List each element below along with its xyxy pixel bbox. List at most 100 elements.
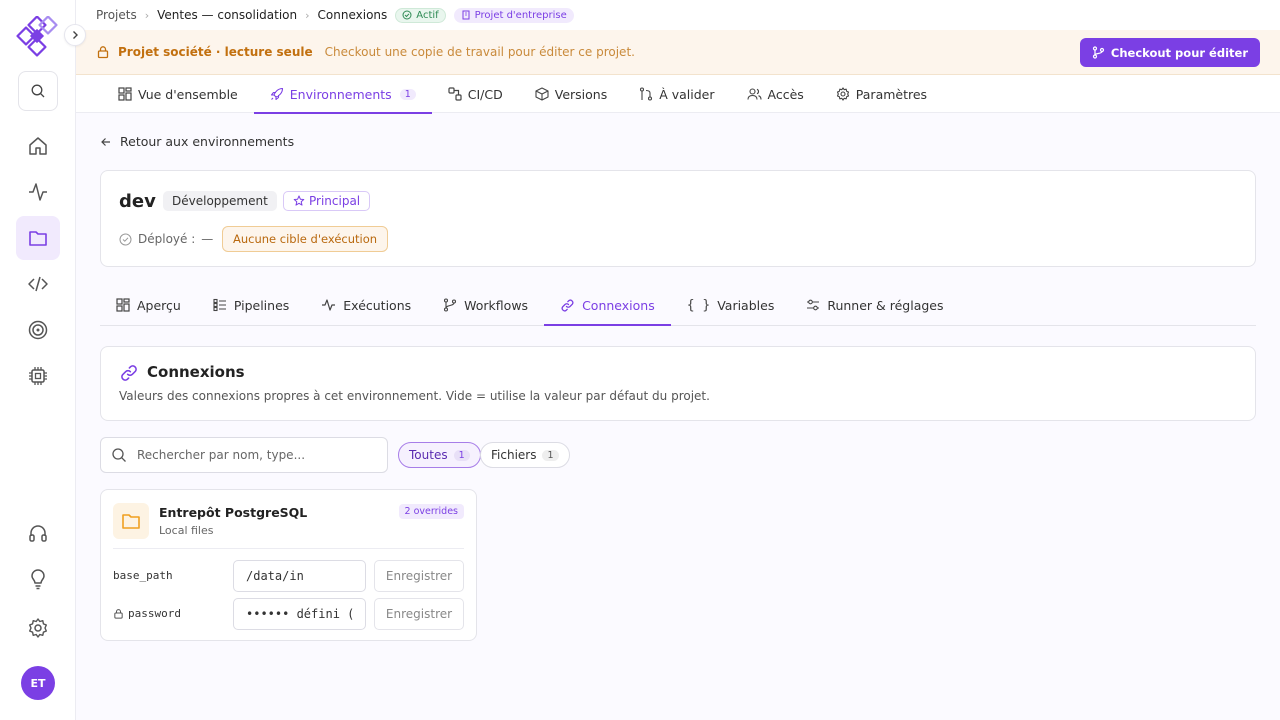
sidebar-item-chip[interactable] [16, 354, 60, 398]
sidebar-item-ideas[interactable] [16, 557, 60, 601]
filter-label: Toutes [409, 448, 448, 462]
tab-label: CI/CD [467, 86, 503, 102]
braces-icon: { } [686, 297, 711, 313]
tab-label: Pipelines [233, 297, 290, 313]
tab-executions[interactable]: Exécutions [305, 285, 427, 325]
lock-icon [114, 609, 123, 619]
tab-label: Paramètres [855, 86, 928, 102]
breadcrumb-project[interactable]: Ventes — consolidation [157, 8, 297, 22]
tab-workflows[interactable]: Workflows [427, 285, 544, 325]
lightbulb-icon [31, 569, 45, 590]
cicd-icon [448, 87, 462, 101]
home-icon [29, 137, 47, 155]
chip-icon [29, 367, 47, 385]
environment-card: dev Développement Principal Déployé : — … [100, 170, 1256, 267]
save-password-button[interactable]: Enregistrer [374, 598, 464, 630]
activity-icon [322, 299, 336, 311]
base-path-input[interactable]: /data/in [233, 560, 366, 592]
checkout-button-label: Checkout pour éditer [1110, 45, 1248, 60]
sidebar-item-home[interactable] [16, 124, 60, 168]
workflow-icon [444, 298, 457, 312]
search-icon [31, 84, 45, 98]
connection-card: Entrepôt PostgreSQL Local files 2 overri… [100, 489, 477, 641]
tab-connexions[interactable]: Connexions [544, 285, 671, 326]
breadcrumb-current: Connexions [317, 8, 388, 22]
branch-icon [1092, 46, 1104, 59]
sidebar-item-projects[interactable] [16, 216, 60, 260]
merge-icon [640, 87, 653, 101]
sidebar-item-code[interactable] [16, 262, 60, 306]
back-link[interactable]: Retour aux environnements [100, 134, 294, 149]
grid-icon [118, 87, 132, 101]
filter-label: Fichiers [491, 448, 537, 462]
tab-apercu[interactable]: Aperçu [100, 285, 197, 325]
tab-label: Exécutions [343, 297, 412, 313]
divider [113, 548, 464, 549]
lock-icon [97, 46, 109, 59]
gear-icon [29, 618, 47, 638]
field-label-text: password [128, 607, 181, 620]
breadcrumb: Projets › Ventes — consolidation › Conne… [76, 0, 1280, 30]
sidebar-item-activity[interactable] [16, 170, 60, 214]
target-icon [28, 320, 48, 340]
logo[interactable] [16, 16, 60, 60]
tab-pipelines[interactable]: Pipelines [197, 285, 305, 325]
banner-text: Checkout une copie de travail pour édite… [324, 45, 635, 59]
chevron-right-icon: › [144, 8, 150, 22]
gear-icon [836, 87, 849, 101]
principal-badge-label: Principal [309, 194, 361, 208]
user-avatar[interactable]: ET [21, 666, 55, 700]
tab-variables[interactable]: { } Variables [671, 285, 791, 325]
search-input[interactable] [137, 448, 377, 462]
target-badge: Aucune cible d'exécution [222, 226, 389, 252]
folder-icon [29, 231, 47, 246]
filter-files[interactable]: Fichiers 1 [480, 442, 570, 468]
grid-icon [116, 298, 130, 312]
filter-count: 1 [453, 449, 470, 461]
tab-access[interactable]: Accès [731, 75, 820, 113]
link-icon [119, 363, 139, 383]
breadcrumb-projects[interactable]: Projets [96, 8, 137, 22]
expand-sidebar-button[interactable] [64, 24, 86, 46]
password-input[interactable]: •••••• défini ( [233, 598, 366, 630]
tab-versions[interactable]: Versions [519, 75, 623, 113]
save-base-path-button[interactable]: Enregistrer [374, 560, 464, 592]
sidebar-search-button[interactable] [18, 71, 58, 111]
deployed-label: Déployé : [138, 232, 196, 246]
rocket-icon [270, 87, 283, 101]
connection-type: Local files [159, 524, 214, 537]
checkout-button[interactable]: Checkout pour éditer [1079, 38, 1260, 67]
sidebar-item-settings[interactable] [16, 606, 60, 650]
filter-count: 1 [542, 449, 559, 461]
tab-runner[interactable]: Runner & réglages [790, 285, 959, 325]
tab-label: Runner & réglages [827, 297, 944, 313]
sidebar-item-target[interactable] [16, 308, 60, 352]
tab-settings[interactable]: Paramètres [820, 75, 943, 113]
star-icon [293, 195, 305, 206]
principal-badge: Principal [283, 191, 371, 211]
back-link-label: Retour aux environnements [120, 134, 295, 149]
tab-cicd[interactable]: CI/CD [432, 75, 519, 113]
sidebar: ET [0, 0, 86, 720]
sidebar-item-support[interactable] [16, 511, 60, 555]
field-label-password: password [113, 607, 181, 620]
users-icon [746, 88, 762, 100]
tab-label: Aperçu [137, 297, 181, 313]
building-icon [462, 10, 470, 20]
status-badge-active: Actif [395, 7, 446, 23]
banner-title: Projet société · lecture seule [118, 45, 313, 59]
tab-to-validate[interactable]: À valider [623, 75, 730, 113]
list-icon [213, 298, 226, 312]
check-circle-icon [402, 10, 412, 20]
readonly-banner: Projet société · lecture seule Checkout … [76, 30, 1280, 75]
tab-label: Accès [767, 86, 804, 102]
field-label-base-path: base_path [113, 569, 173, 582]
tab-overview[interactable]: Vue d'ensemble [102, 75, 254, 113]
connections-title: Connexions [147, 363, 245, 381]
filter-all[interactable]: Toutes 1 [398, 442, 481, 468]
environment-name: dev [119, 191, 156, 212]
environment-tabs: Aperçu Pipelines Exécutions Workflows Co… [100, 285, 1256, 326]
link-icon [561, 299, 574, 311]
tab-environments[interactable]: Environnements 1 [253, 75, 432, 114]
sliders-icon [807, 299, 820, 311]
